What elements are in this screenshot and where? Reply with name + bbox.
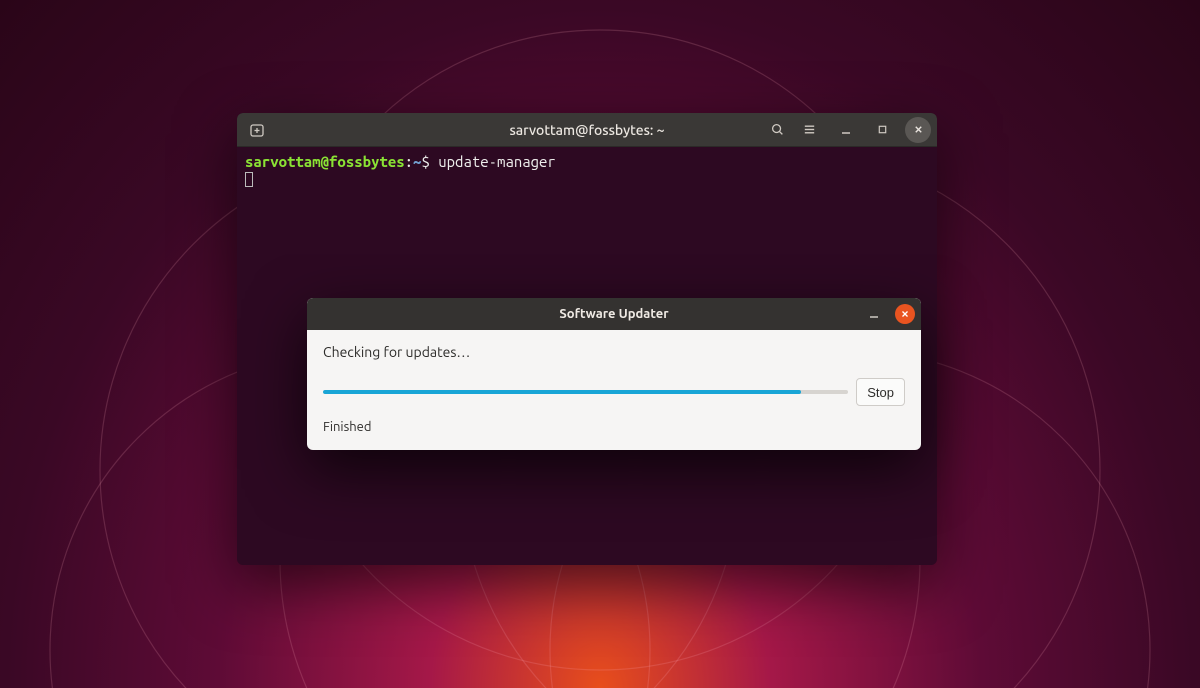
updater-heading: Checking for updates… [323, 344, 905, 360]
cursor [245, 172, 253, 187]
updater-status: Finished [323, 420, 905, 434]
prompt-symbol: $ [421, 153, 429, 170]
updater-titlebar[interactable]: Software Updater [307, 298, 921, 330]
close-icon [900, 309, 910, 319]
search-button[interactable] [763, 117, 791, 143]
updater-body: Checking for updates… Stop Finished [307, 330, 921, 450]
new-tab-icon [249, 122, 265, 138]
maximize-icon [877, 124, 888, 135]
minimize-icon [868, 308, 880, 320]
close-button[interactable] [905, 117, 931, 143]
prompt-user: sarvottam [245, 153, 321, 170]
updater-close-button[interactable] [895, 304, 915, 324]
search-icon [770, 122, 785, 137]
minimize-button[interactable] [833, 117, 859, 143]
new-tab-button[interactable] [243, 117, 271, 143]
terminal-cursor-line [245, 172, 929, 191]
close-icon [913, 124, 924, 135]
menu-button[interactable] [795, 117, 823, 143]
prompt-separator: : [405, 153, 413, 170]
progress-bar [323, 390, 848, 394]
updater-title: Software Updater [307, 307, 921, 321]
software-updater-window: Software Updater Checking for updates… S… [307, 298, 921, 450]
terminal-titlebar[interactable]: sarvottam@fossbytes: ~ [237, 113, 937, 147]
progress-fill [323, 390, 801, 394]
hamburger-icon [802, 122, 817, 137]
maximize-button[interactable] [869, 117, 895, 143]
terminal-command: update-manager [438, 153, 556, 170]
terminal-line: sarvottam@fossbytes:~$ update-manager [245, 153, 929, 172]
minimize-icon [840, 124, 852, 136]
terminal-body[interactable]: sarvottam@fossbytes:~$ update-manager [237, 147, 937, 197]
prompt-at: @ [321, 153, 329, 170]
updater-minimize-button[interactable] [863, 303, 885, 325]
stop-button[interactable]: Stop [856, 378, 905, 406]
prompt-host: fossbytes [329, 153, 405, 170]
